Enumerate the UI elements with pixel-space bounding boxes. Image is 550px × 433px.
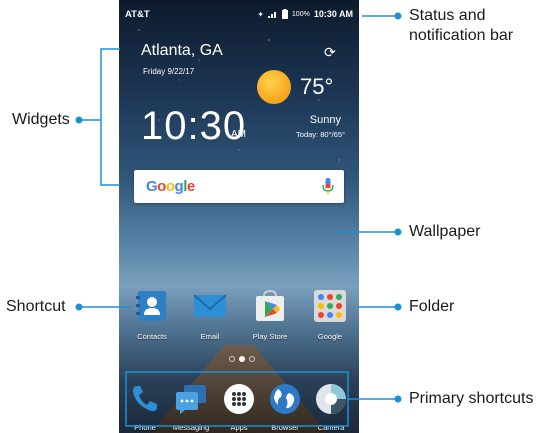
callout-widgets: Widgets	[12, 111, 70, 128]
dock-label: Phone	[134, 423, 156, 432]
callout-status-bar: Status and notification bar	[409, 7, 514, 44]
page-dot[interactable]	[249, 356, 255, 362]
shortcut-email[interactable]: Email	[185, 290, 235, 341]
battery-icon	[281, 9, 288, 19]
phone-icon	[133, 386, 157, 412]
clock-time: 10:30	[141, 104, 247, 148]
page-dot-active[interactable]	[239, 356, 245, 362]
status-time: 10:30 AM	[313, 9, 353, 19]
phone-screen: AT&T ✦ 100% 10:30 AM Atlanta, GA ⟳ Frida…	[119, 0, 359, 433]
callout-folder: Folder	[409, 298, 455, 315]
folder-google[interactable]: Google	[305, 290, 355, 341]
google-logo: Google	[146, 178, 195, 195]
sun-icon	[257, 70, 291, 104]
callout-wallpaper: Wallpaper	[409, 223, 481, 240]
dock-phone[interactable]: Phone	[125, 383, 165, 432]
callout-shortcut: Shortcut	[6, 298, 66, 315]
weather-temperature: 75°	[300, 74, 334, 99]
status-icons: ✦ 100% 10:30 AM	[257, 9, 353, 19]
signal-icon	[267, 12, 276, 18]
weather-condition: Sunny	[309, 114, 341, 126]
clock-ampm: AM	[231, 129, 246, 140]
shortcut-label: Contacts	[137, 332, 167, 341]
battery-percent: 100%	[291, 10, 310, 18]
dock-label: Apps	[230, 423, 248, 432]
dock-label: Browser	[271, 423, 299, 432]
apps-icon	[224, 384, 254, 414]
contacts-icon	[136, 291, 166, 321]
callout-primary-shortcuts: Primary shortcuts	[409, 390, 534, 407]
shortcut-label: Play Store	[252, 332, 288, 341]
microphone-icon[interactable]	[322, 178, 334, 195]
google-search-bar[interactable]: Google	[134, 170, 344, 203]
messaging-icon	[176, 385, 206, 414]
status-bar[interactable]: AT&T ✦ 100% 10:30 AM	[119, 0, 359, 30]
shortcut-play-store[interactable]: Play Store	[245, 289, 295, 341]
play-store-icon	[256, 289, 284, 321]
weather-city: Atlanta, GA	[141, 42, 223, 59]
browser-icon	[270, 384, 300, 414]
page-indicator[interactable]	[229, 356, 255, 362]
google-folder-icon	[314, 290, 346, 322]
folder-label: Google	[317, 332, 343, 341]
wifi-icon: ✦	[257, 9, 264, 19]
refresh-icon[interactable]: ⟳	[324, 44, 336, 61]
shortcut-label: Email	[200, 332, 220, 341]
camera-icon	[316, 384, 346, 414]
page-dot[interactable]	[229, 356, 235, 362]
dock-label: Camera	[317, 423, 345, 432]
dock-apps[interactable]: Apps	[219, 383, 259, 432]
dock-label: Messaging	[172, 423, 210, 432]
weather-today-range: Today: 80°/65°	[296, 130, 345, 139]
shortcut-contacts[interactable]: Contacts	[127, 290, 177, 341]
dock-browser[interactable]: Browser	[265, 383, 305, 432]
dock-camera[interactable]: Camera	[311, 383, 351, 432]
email-icon	[193, 294, 227, 317]
weather-date: Friday 9/22/17	[143, 67, 195, 76]
carrier-label: AT&T	[125, 9, 150, 20]
dock-messaging[interactable]: Messaging	[171, 383, 211, 432]
